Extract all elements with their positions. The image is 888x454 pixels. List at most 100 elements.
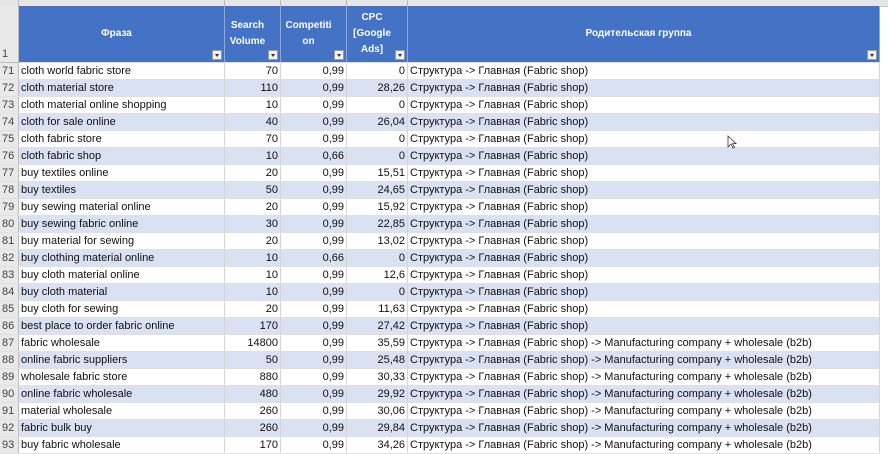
competition-cell[interactable]: 0,99	[280, 402, 347, 420]
filter-dropdown-icon[interactable]	[334, 50, 344, 60]
search-volume-cell[interactable]: 20	[224, 232, 281, 250]
phrase-cell[interactable]: fabric wholesale	[18, 334, 225, 352]
search-volume-cell[interactable]: 20	[224, 300, 281, 318]
cpc-cell[interactable]: 35,59	[346, 334, 408, 352]
competition-cell[interactable]: 0,99	[280, 79, 347, 97]
row-number[interactable]: 74	[0, 113, 19, 131]
search-volume-header[interactable]: Search Volume	[224, 6, 281, 63]
row-number[interactable]: 91	[0, 402, 19, 420]
cpc-cell[interactable]: 34,26	[346, 436, 408, 454]
competition-cell[interactable]: 0,99	[280, 232, 347, 250]
cpc-cell[interactable]: 11,63	[346, 300, 408, 318]
table-row[interactable]: 77 buy textiles online 20 0,99 15,51 Структур…	[0, 164, 880, 182]
cpc-cell[interactable]: 0	[346, 249, 408, 267]
parent-group-cell[interactable]: Структура -> Главная (Fabric shop)	[407, 232, 880, 250]
table-row[interactable]: 71 cloth world fabric store 70 0,99 0 Структу…	[0, 62, 880, 80]
parent-group-cell[interactable]: Структура -> Главная (Fabric shop) -> Ma…	[407, 419, 880, 437]
competition-cell[interactable]: 0,99	[280, 419, 347, 437]
row-number[interactable]: 83	[0, 266, 19, 284]
search-volume-cell[interactable]: 20	[224, 164, 281, 182]
table-row[interactable]: 72 cloth material store 110 0,99 28,26 Структ…	[0, 79, 880, 97]
row-number[interactable]: 86	[0, 317, 19, 335]
row-number[interactable]: 79	[0, 198, 19, 216]
phrase-cell[interactable]: buy material for sewing	[18, 232, 225, 250]
phrase-cell[interactable]: cloth fabric store	[18, 130, 225, 148]
row-number[interactable]: 92	[0, 419, 19, 437]
parent-group-cell[interactable]: Структура -> Главная (Fabric shop)	[407, 215, 880, 233]
parent-group-cell[interactable]: Структура -> Главная (Fabric shop) -> Ma…	[407, 334, 880, 352]
competition-cell[interactable]: 0,99	[280, 215, 347, 233]
competition-cell[interactable]: 0,99	[280, 96, 347, 114]
cpc-cell[interactable]: 15,51	[346, 164, 408, 182]
parent-group-cell[interactable]: Структура -> Главная (Fabric shop)	[407, 266, 880, 284]
search-volume-cell[interactable]: 880	[224, 368, 281, 386]
phrase-cell[interactable]: wholesale fabric store	[18, 368, 225, 386]
competition-cell[interactable]: 0,99	[280, 385, 347, 403]
cpc-cell[interactable]: 0	[346, 130, 408, 148]
parent-group-cell[interactable]: Структура -> Главная (Fabric shop)	[407, 249, 880, 267]
phrase-cell[interactable]: cloth fabric shop	[18, 147, 225, 165]
row-number[interactable]: 87	[0, 334, 19, 352]
cpc-cell[interactable]: 0	[346, 147, 408, 165]
table-row[interactable]: 89 wholesale fabric store 880 0,99 30,33 Стру…	[0, 368, 880, 386]
competition-cell[interactable]: 0,99	[280, 283, 347, 301]
cpc-cell[interactable]: 30,06	[346, 402, 408, 420]
phrase-cell[interactable]: online fabric wholesale	[18, 385, 225, 403]
table-row[interactable]: 80 buy sewing fabric online 30 0,99 22,85 Стр…	[0, 215, 880, 233]
phrase-cell[interactable]: buy cloth material online	[18, 266, 225, 284]
phrase-cell[interactable]: buy textiles online	[18, 164, 225, 182]
parent-group-cell[interactable]: Структура -> Главная (Fabric shop) -> Ma…	[407, 436, 880, 454]
table-row[interactable]: 79 buy sewing material online 20 0,99 15,92 С…	[0, 198, 880, 216]
cpc-cell[interactable]: 0	[346, 96, 408, 114]
phrase-cell[interactable]: cloth material online shopping	[18, 96, 225, 114]
table-row[interactable]: 76 cloth fabric shop 10 0,66 0 Структура -> Г…	[0, 147, 880, 165]
cpc-cell[interactable]: 22,85	[346, 215, 408, 233]
row-number[interactable]: 81	[0, 232, 19, 250]
phrase-cell[interactable]: buy cloth material	[18, 283, 225, 301]
table-row[interactable]: 84 buy cloth material 10 0,99 0 Структура -> …	[0, 283, 880, 301]
row-number[interactable]: 85	[0, 300, 19, 318]
search-volume-cell[interactable]: 70	[224, 62, 281, 80]
row-number[interactable]: 77	[0, 164, 19, 182]
row-number[interactable]: 80	[0, 215, 19, 233]
cpc-cell[interactable]: 30,33	[346, 368, 408, 386]
search-volume-cell[interactable]: 110	[224, 79, 281, 97]
phrase-cell[interactable]: best place to order fabric online	[18, 317, 225, 335]
parent-group-cell[interactable]: Структура -> Главная (Fabric shop)	[407, 164, 880, 182]
row-number-header[interactable]: 1	[0, 6, 19, 63]
filter-dropdown-icon[interactable]	[395, 50, 405, 60]
search-volume-cell[interactable]: 40	[224, 113, 281, 131]
cpc-cell[interactable]: 0	[346, 283, 408, 301]
phrase-cell[interactable]: fabric bulk buy	[18, 419, 225, 437]
search-volume-cell[interactable]: 170	[224, 317, 281, 335]
competition-cell[interactable]: 0,99	[280, 181, 347, 199]
parent-group-cell[interactable]: Структура -> Главная (Fabric shop)	[407, 147, 880, 165]
table-row[interactable]: 85 buy cloth for sewing 20 0,99 11,63 Структу…	[0, 300, 880, 318]
row-number[interactable]: 88	[0, 351, 19, 369]
competition-cell[interactable]: 0,99	[280, 334, 347, 352]
competition-cell[interactable]: 0,99	[280, 436, 347, 454]
cpc-cell[interactable]: 29,92	[346, 385, 408, 403]
parent-group-cell[interactable]: Структура -> Главная (Fabric shop)	[407, 198, 880, 216]
competition-cell[interactable]: 0,99	[280, 300, 347, 318]
competition-header[interactable]: Competition	[280, 6, 347, 63]
table-row[interactable]: 74 cloth for sale online 40 0,99 26,04 Структ…	[0, 113, 880, 131]
row-number[interactable]: 93	[0, 436, 19, 454]
cpc-cell[interactable]: 27,42	[346, 317, 408, 335]
search-volume-cell[interactable]: 14800	[224, 334, 281, 352]
phrase-cell[interactable]: cloth for sale online	[18, 113, 225, 131]
row-number[interactable]: 84	[0, 283, 19, 301]
cpc-header[interactable]: CPC [Google Ads]	[346, 6, 408, 63]
search-volume-cell[interactable]: 70	[224, 130, 281, 148]
phrase-cell[interactable]: buy fabric wholesale	[18, 436, 225, 454]
parent-group-cell[interactable]: Структура -> Главная (Fabric shop) -> Ma…	[407, 385, 880, 403]
search-volume-cell[interactable]: 50	[224, 351, 281, 369]
cpc-cell[interactable]: 13,02	[346, 232, 408, 250]
filter-dropdown-icon[interactable]	[867, 50, 877, 60]
row-number[interactable]: 71	[0, 62, 19, 80]
row-number[interactable]: 73	[0, 96, 19, 114]
competition-cell[interactable]: 0,99	[280, 317, 347, 335]
table-row[interactable]: 81 buy material for sewing 20 0,99 13,02 Стру…	[0, 232, 880, 250]
competition-cell[interactable]: 0,99	[280, 62, 347, 80]
parent-group-header[interactable]: Родительская группа	[407, 6, 880, 63]
